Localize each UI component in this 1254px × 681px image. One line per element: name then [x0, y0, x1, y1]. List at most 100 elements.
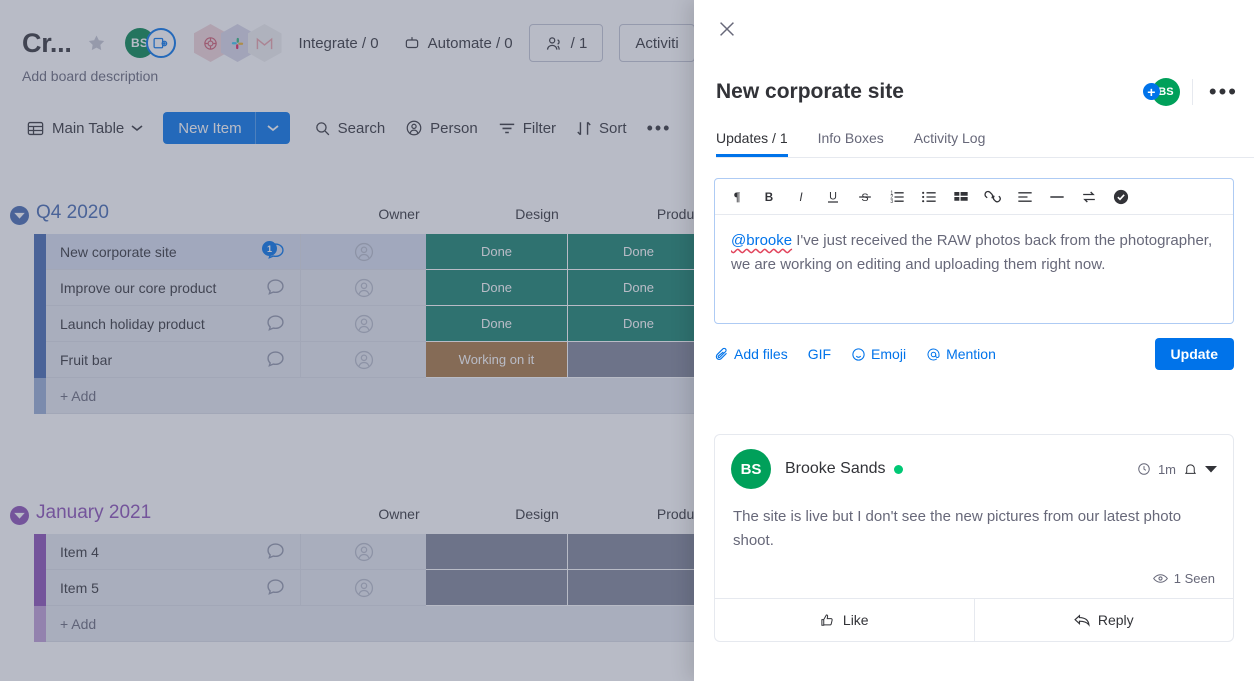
- search-button[interactable]: Search: [304, 112, 396, 144]
- updates-bubble-icon[interactable]: [265, 313, 286, 334]
- owner-cell[interactable]: [300, 534, 426, 570]
- gif-button[interactable]: GIF: [808, 346, 831, 362]
- rich-text-editor[interactable]: ¶BIUS123 @brooke I've just received the …: [714, 178, 1234, 324]
- mention-button[interactable]: Mention: [926, 346, 996, 362]
- owner-cell[interactable]: [300, 570, 426, 606]
- board-members[interactable]: BS: [125, 28, 176, 58]
- item-name-cell[interactable]: Improve our core product: [46, 270, 300, 306]
- status-cell-design[interactable]: [426, 570, 568, 606]
- more-horizontal-icon: •••: [647, 119, 672, 137]
- panel-subscribers[interactable]: BS +: [1134, 78, 1180, 106]
- horizontal-rule-icon[interactable]: [1041, 182, 1073, 212]
- bell-icon[interactable]: [1183, 462, 1198, 477]
- integration-gmail-icon[interactable]: [248, 24, 282, 62]
- members-button[interactable]: / 1: [529, 24, 604, 62]
- update-composer: ¶BIUS123 @brooke I've just received the …: [714, 178, 1234, 370]
- item-name-cell[interactable]: Fruit bar: [46, 342, 300, 378]
- owner-cell[interactable]: [300, 234, 426, 270]
- item-name-cell[interactable]: Launch holiday product: [46, 306, 300, 342]
- group-title[interactable]: Q4 2020: [36, 200, 109, 226]
- owner-cell[interactable]: [300, 342, 426, 378]
- add-files-label: Add files: [734, 346, 788, 362]
- updates-bubble-icon[interactable]: [265, 577, 286, 598]
- status-cell-design[interactable]: Done: [426, 234, 568, 270]
- updates-bubble-icon[interactable]: [265, 349, 286, 370]
- filter-button[interactable]: Filter: [488, 112, 566, 144]
- status-cell-design[interactable]: Done: [426, 270, 568, 306]
- table-icon[interactable]: [945, 182, 977, 212]
- column-header[interactable]: Design: [466, 502, 608, 526]
- owner-cell[interactable]: [300, 306, 426, 342]
- sort-button[interactable]: Sort: [566, 112, 637, 144]
- group-collapse-toggle[interactable]: [10, 506, 29, 525]
- item-name-cell[interactable]: New corporate site1: [46, 234, 300, 270]
- online-status-dot: [894, 465, 903, 474]
- board-view-icon[interactable]: [146, 28, 176, 58]
- owner-cell[interactable]: [300, 270, 426, 306]
- item-name-cell[interactable]: Item 5: [46, 570, 300, 606]
- sort-icon: [576, 120, 592, 137]
- status-cell-design[interactable]: [426, 534, 568, 570]
- board-description[interactable]: Add board description: [22, 68, 158, 84]
- reply-button[interactable]: Reply: [974, 599, 1234, 641]
- check-circle-icon[interactable]: [1105, 182, 1137, 212]
- integrate-button[interactable]: Integrate / 0: [299, 35, 379, 52]
- add-subscriber-icon[interactable]: +: [1143, 83, 1160, 100]
- status-cell-product[interactable]: [568, 570, 710, 606]
- chevron-down-icon[interactable]: [1205, 465, 1217, 473]
- integrations-group[interactable]: [194, 24, 275, 62]
- view-switcher-main-table[interactable]: Main Table: [16, 112, 153, 144]
- seen-indicator[interactable]: 1 Seen: [715, 553, 1233, 598]
- search-label: Search: [338, 120, 386, 137]
- new-item-button[interactable]: New Item: [163, 112, 289, 144]
- status-cell-product[interactable]: [568, 342, 710, 378]
- tab-updates-1[interactable]: Updates / 1: [716, 130, 788, 157]
- emoji-button[interactable]: Emoji: [851, 346, 906, 362]
- italic-icon[interactable]: I: [785, 182, 817, 212]
- group-title[interactable]: January 2021: [36, 500, 151, 526]
- updates-bubble-icon[interactable]: [265, 541, 286, 562]
- column-header[interactable]: Owner: [340, 202, 458, 226]
- panel-more-icon[interactable]: •••: [1209, 81, 1238, 103]
- person-filter-button[interactable]: Person: [395, 112, 488, 144]
- status-cell-design[interactable]: Working on it: [426, 342, 568, 378]
- updates-count-badge: 1: [262, 241, 277, 256]
- item-name: Item 4: [60, 544, 99, 560]
- view-label: Main Table: [52, 120, 124, 137]
- status-cell-product[interactable]: Done: [568, 270, 710, 306]
- editor-text-area[interactable]: @brooke I've just received the RAW photo…: [715, 215, 1233, 323]
- star-icon[interactable]: [86, 33, 107, 54]
- mention-token[interactable]: @brooke: [731, 232, 792, 249]
- close-icon[interactable]: [716, 18, 738, 40]
- robot-icon: [403, 34, 421, 52]
- column-header[interactable]: Owner: [340, 502, 458, 526]
- status-cell-product[interactable]: [568, 534, 710, 570]
- add-files-button[interactable]: Add files: [714, 346, 788, 362]
- bullet-list-icon[interactable]: [913, 182, 945, 212]
- swap-icon[interactable]: [1073, 182, 1105, 212]
- column-header[interactable]: Design: [466, 202, 608, 226]
- strikethrough-icon[interactable]: S: [849, 182, 881, 212]
- status-cell-design[interactable]: Done: [426, 306, 568, 342]
- update-button[interactable]: Update: [1155, 338, 1234, 370]
- tab-info-boxes[interactable]: Info Boxes: [818, 130, 884, 157]
- link-icon[interactable]: [977, 182, 1009, 212]
- paragraph-icon[interactable]: ¶: [721, 182, 753, 212]
- status-cell-product[interactable]: Done: [568, 306, 710, 342]
- tab-activity-log[interactable]: Activity Log: [914, 130, 986, 157]
- updates-bubble-icon[interactable]: 1: [265, 241, 286, 262]
- automate-button[interactable]: Automate / 0: [403, 34, 513, 52]
- align-icon[interactable]: [1009, 182, 1041, 212]
- item-name: Launch holiday product: [60, 316, 205, 332]
- bold-icon[interactable]: B: [753, 182, 785, 212]
- activities-button[interactable]: Activiti: [619, 24, 694, 62]
- updates-bubble-icon[interactable]: [265, 277, 286, 298]
- new-item-chevron-down-icon[interactable]: [255, 112, 290, 144]
- toolbar-more-button[interactable]: •••: [637, 112, 682, 144]
- underline-icon[interactable]: U: [817, 182, 849, 212]
- group-collapse-toggle[interactable]: [10, 206, 29, 225]
- like-button[interactable]: Like: [715, 599, 974, 641]
- ordered-list-icon[interactable]: 123: [881, 182, 913, 212]
- item-name-cell[interactable]: Item 4: [46, 534, 300, 570]
- status-cell-product[interactable]: Done: [568, 234, 710, 270]
